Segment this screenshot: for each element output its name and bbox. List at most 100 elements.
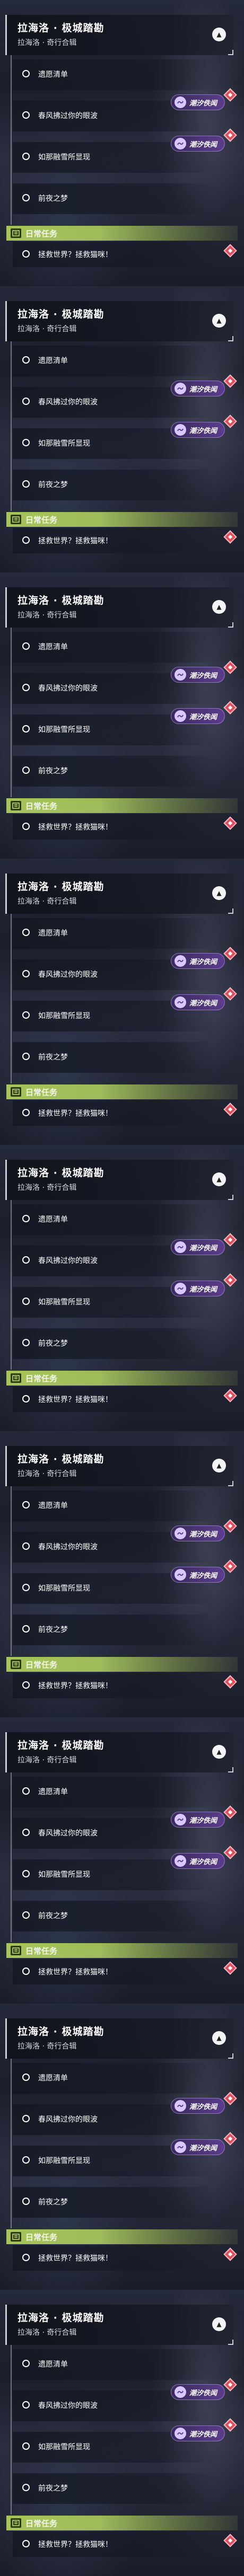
tidal-tale-badge: 潮汐佚闻	[171, 2139, 225, 2155]
track-marker-icon[interactable]	[223, 1961, 237, 1975]
daily-task-item[interactable]: 拯救世界？拯救猫咪！	[13, 1387, 214, 1412]
task-item[interactable]: 遗愿清单	[13, 1777, 214, 1807]
quest-header[interactable]: 拉海洛 · 极城踏勘 拉海洛 · 奇行合辑 ▲	[5, 1732, 233, 1772]
track-marker-icon[interactable]	[223, 987, 237, 1001]
track-marker-icon[interactable]	[223, 374, 237, 388]
daily-task-label: 日常任务	[25, 1946, 58, 1956]
circle-outline-icon	[22, 398, 30, 405]
track-marker-icon[interactable]	[223, 660, 237, 674]
track-marker-icon[interactable]	[223, 1846, 237, 1859]
collapse-button[interactable]: ▲	[212, 28, 226, 41]
quest-subtitle: 拉海洛 · 奇行合辑	[18, 1184, 77, 1192]
collapse-button[interactable]: ▲	[212, 2317, 226, 2331]
daily-task-icon	[11, 228, 21, 238]
task-label: 遗愿清单	[38, 70, 68, 79]
daily-task-item[interactable]: 拯救世界？拯救猫咪！	[13, 1959, 214, 1984]
circle-outline-icon	[22, 725, 30, 733]
collapse-button[interactable]: ▲	[212, 886, 226, 900]
task-item[interactable]: 前夜之梦	[13, 1615, 214, 1645]
track-marker-icon[interactable]	[223, 1102, 237, 1116]
track-marker-icon[interactable]	[223, 88, 237, 102]
task-item[interactable]: 前夜之梦	[13, 183, 214, 214]
track-marker-icon[interactable]	[223, 1389, 237, 1402]
task-item[interactable]: 遗愿清单	[13, 1490, 214, 1521]
quest-title: 拉海洛 · 极城踏勘	[18, 22, 104, 34]
task-item[interactable]: 前夜之梦	[13, 2473, 214, 2504]
circle-outline-icon	[22, 2254, 30, 2261]
quest-header[interactable]: 拉海洛 · 极城踏勘 拉海洛 · 奇行合辑 ▲	[5, 2305, 233, 2345]
task-label: 遗愿清单	[38, 929, 68, 938]
daily-task-item[interactable]: 拯救世界？拯救猫咪！	[13, 2531, 214, 2557]
tidal-tale-icon	[175, 1283, 186, 1294]
circle-outline-icon	[22, 439, 30, 446]
track-marker-icon[interactable]	[223, 530, 237, 544]
track-marker-icon[interactable]	[223, 2132, 237, 2146]
task-item[interactable]: 前夜之梦	[13, 470, 214, 500]
track-marker-icon[interactable]	[223, 1233, 237, 1247]
daily-task-icon	[11, 1373, 21, 1383]
track-marker-icon[interactable]	[223, 1559, 237, 1573]
task-label: 前夜之梦	[38, 481, 68, 489]
quest-header[interactable]: 拉海洛 · 极城踏勘 拉海洛 · 奇行合辑 ▲	[5, 1446, 233, 1486]
circle-outline-icon	[22, 1870, 30, 1877]
task-item[interactable]: 前夜之梦	[13, 756, 214, 787]
tidal-tale-icon	[175, 996, 186, 1008]
track-marker-icon[interactable]	[223, 1273, 237, 1287]
quest-header[interactable]: 拉海洛 · 极城踏勘 拉海洛 · 奇行合辑 ▲	[5, 15, 233, 55]
task-item[interactable]: 前夜之梦	[13, 1901, 214, 1931]
track-marker-icon[interactable]	[223, 947, 237, 960]
daily-task-item[interactable]: 拯救世界？拯救猫咪！	[13, 1100, 214, 1126]
track-marker-icon[interactable]	[223, 2534, 237, 2547]
task-item[interactable]: 遗愿清单	[13, 2063, 214, 2094]
quest-header[interactable]: 拉海洛 · 极城踏勘 拉海洛 · 奇行合辑 ▲	[5, 587, 233, 628]
task-item[interactable]: 遗愿清单	[13, 632, 214, 663]
task-label: 前夜之梦	[38, 767, 68, 775]
quest-header[interactable]: 拉海洛 · 极城踏勘 拉海洛 · 奇行合辑 ▲	[5, 301, 233, 341]
quest-header[interactable]: 拉海洛 · 极城踏勘 拉海洛 · 奇行合辑 ▲	[5, 2018, 233, 2059]
track-marker-icon[interactable]	[223, 414, 237, 428]
circle-outline-icon	[22, 194, 30, 201]
task-item[interactable]: 前夜之梦	[13, 1328, 214, 1359]
quest-title: 拉海洛 · 极城踏勘	[18, 2026, 104, 2037]
task-item[interactable]: 前夜之梦	[13, 2187, 214, 2218]
circle-outline-icon	[22, 766, 30, 774]
task-item[interactable]: 遗愿清单	[13, 59, 214, 90]
quest-header[interactable]: 拉海洛 · 极城踏勘 拉海洛 · 奇行合辑 ▲	[5, 1160, 233, 1200]
track-marker-icon[interactable]	[223, 1675, 237, 1689]
collapse-button[interactable]: ▲	[212, 1745, 226, 1759]
track-marker-icon[interactable]	[223, 2378, 237, 2392]
task-item[interactable]: 遗愿清单	[13, 1204, 214, 1235]
quest-panel: 拉海洛 · 极城踏勘 拉海洛 · 奇行合辑 ▲ 遗愿清单 春风拂过你的眼波 潮汐佚闻 如那融…	[0, 286, 244, 572]
track-marker-icon[interactable]	[223, 2247, 237, 2261]
task-item[interactable]: 遗愿清单	[13, 346, 214, 376]
track-marker-icon[interactable]	[223, 1519, 237, 1533]
daily-task-text: 拯救世界？拯救猫咪！	[38, 1968, 112, 1977]
task-connector-line	[11, 628, 12, 797]
collapse-button[interactable]: ▲	[212, 1172, 226, 1186]
collapse-button[interactable]: ▲	[212, 2031, 226, 2045]
daily-task-item[interactable]: 拯救世界？拯救猫咪！	[13, 814, 214, 840]
daily-task-item[interactable]: 拯救世界？拯救猫咪！	[13, 242, 214, 267]
daily-task-item[interactable]: 拯救世界？拯救猫咪！	[13, 2245, 214, 2271]
track-marker-icon[interactable]	[223, 244, 237, 258]
collapse-button[interactable]: ▲	[212, 1459, 226, 1472]
task-item[interactable]: 遗愿清单	[13, 2349, 214, 2380]
tidal-tale-icon	[175, 1241, 186, 1253]
collapse-button[interactable]: ▲	[212, 314, 226, 328]
tidal-tale-badge: 潮汐佚闻	[171, 1239, 225, 1255]
track-marker-icon[interactable]	[223, 701, 237, 714]
quest-header[interactable]: 拉海洛 · 极城踏勘 拉海洛 · 奇行合辑 ▲	[5, 874, 233, 914]
collapse-button[interactable]: ▲	[212, 600, 226, 614]
track-marker-icon[interactable]	[223, 816, 237, 830]
daily-task-header: 日常任务	[6, 1657, 238, 1672]
track-marker-icon[interactable]	[223, 2092, 237, 2105]
track-marker-icon[interactable]	[223, 2418, 237, 2432]
tidal-tale-badge: 潮汐佚闻	[171, 1853, 225, 1869]
task-item[interactable]: 遗愿清单	[13, 918, 214, 949]
daily-task-item[interactable]: 拯救世界？拯救猫咪！	[13, 528, 214, 553]
task-item[interactable]: 前夜之梦	[13, 1042, 214, 1073]
track-marker-icon[interactable]	[223, 1805, 237, 1819]
track-marker-icon[interactable]	[223, 128, 237, 142]
daily-task-item[interactable]: 拯救世界？拯救猫咪！	[13, 1673, 214, 1698]
tidal-tale-badge: 潮汐佚闻	[171, 2098, 225, 2114]
